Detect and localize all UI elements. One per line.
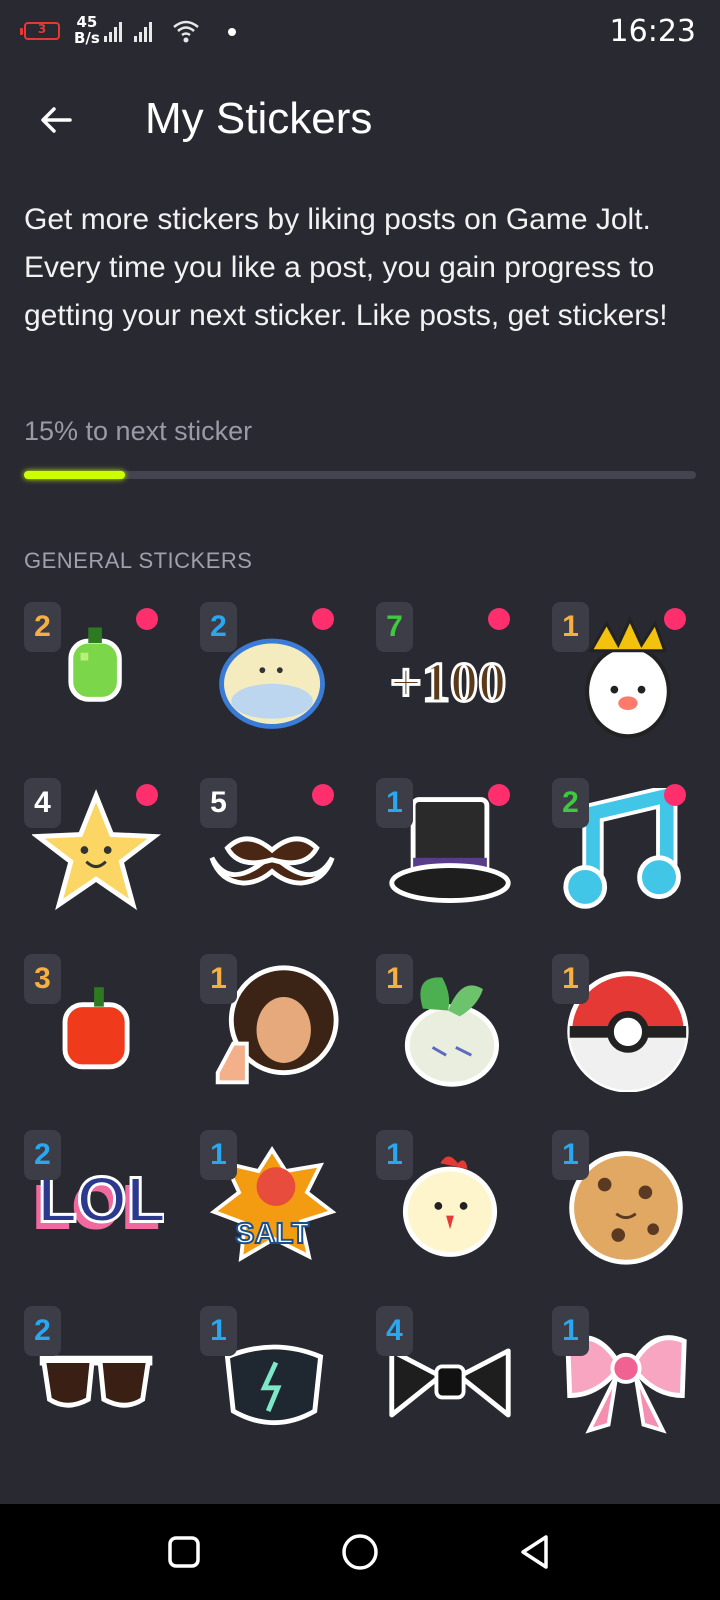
sticker-count-badge: 4 [24, 778, 61, 828]
sticker-item[interactable]: 2 LOL LOL [24, 1130, 164, 1270]
new-sticker-dot-icon [664, 608, 686, 630]
progress-fill [24, 471, 125, 479]
sticker-item[interactable]: 1 [552, 954, 692, 1094]
svg-text:+100: +100 [390, 652, 507, 714]
new-sticker-dot-icon [312, 608, 334, 630]
sticker-count-badge: 2 [24, 602, 61, 652]
progress-label: 15% to next sticker [24, 416, 253, 446]
sticker-item[interactable]: 1 [552, 602, 692, 742]
sticker-count-badge: 2 [200, 602, 237, 652]
svg-text:SALT: SALT [235, 1218, 309, 1250]
sticker-item[interactable]: 1 [552, 1130, 692, 1270]
notification-dot-icon [228, 28, 236, 36]
section-title: GENERAL STICKERS [24, 548, 253, 573]
sticker-count-badge: 1 [552, 1130, 589, 1180]
sticker-count-badge: 1 [200, 1130, 237, 1180]
sticker-item[interactable]: 4 [376, 1306, 516, 1446]
progress-bar [24, 471, 696, 479]
sticker-count-badge: 2 [552, 778, 589, 828]
sticker-count-badge: 4 [376, 1306, 413, 1356]
wifi-icon [173, 20, 199, 43]
sticker-item[interactable]: 2 [24, 602, 164, 742]
battery-level: 3 [37, 22, 47, 36]
sticker-item[interactable]: 2 [552, 778, 692, 918]
network-speed: 45 B/s [74, 14, 100, 46]
sticker-item[interactable]: 1 [376, 954, 516, 1094]
sticker-item[interactable]: 1 [376, 1130, 516, 1270]
sticker-count-badge: 1 [552, 954, 589, 1004]
network-speed-value: 45 [76, 13, 98, 31]
sticker-count-badge: 1 [376, 1130, 413, 1180]
sticker-count-badge: 1 [376, 954, 413, 1004]
sticker-item[interactable]: 7 +100 [376, 602, 516, 742]
signal-icon [134, 20, 152, 42]
sticker-item[interactable]: 1 [552, 1306, 692, 1446]
sticker-count-badge: 1 [200, 954, 237, 1004]
signal-icon [104, 20, 122, 42]
back-nav-icon[interactable] [516, 1532, 556, 1572]
sticker-item[interactable]: 2 [200, 602, 340, 742]
home-icon[interactable] [340, 1532, 380, 1572]
battery-icon: 3 [20, 22, 60, 40]
new-sticker-dot-icon [488, 608, 510, 630]
sticker-item[interactable]: 5 [200, 778, 340, 918]
new-sticker-dot-icon [136, 784, 158, 806]
system-nav-bar [0, 1504, 720, 1600]
new-sticker-dot-icon [136, 608, 158, 630]
sticker-count-badge: 1 [552, 602, 589, 652]
sticker-count-badge: 1 [376, 778, 413, 828]
description-text: Get more stickers by liking posts on Gam… [24, 203, 668, 332]
status-bar: 3 45 B/s 16:23 [0, 0, 720, 64]
signal-icons [104, 20, 152, 42]
sticker-item[interactable]: 2 [24, 1306, 164, 1446]
sticker-count-badge: 1 [552, 1306, 589, 1356]
new-sticker-dot-icon [488, 784, 510, 806]
sticker-item[interactable]: 3 [24, 954, 164, 1094]
sticker-item[interactable]: 1 [200, 1306, 340, 1446]
sticker-count-badge: 3 [24, 954, 61, 1004]
sticker-count-badge: 1 [200, 1306, 237, 1356]
sticker-item[interactable]: 1 [376, 778, 516, 918]
sticker-item[interactable]: 1 [200, 954, 340, 1094]
sticker-count-badge: 2 [24, 1306, 61, 1356]
new-sticker-dot-icon [312, 784, 334, 806]
back-arrow-icon[interactable] [36, 100, 76, 140]
sticker-item[interactable]: 4 [24, 778, 164, 918]
network-speed-unit: B/s [74, 29, 100, 47]
sticker-count-badge: 5 [200, 778, 237, 828]
new-sticker-dot-icon [664, 784, 686, 806]
clock: 16:23 [609, 14, 696, 49]
page-title: My Stickers [145, 94, 373, 143]
sticker-item[interactable]: 1 SALT [200, 1130, 340, 1270]
sticker-count-badge: 2 [24, 1130, 61, 1180]
recent-apps-icon[interactable] [164, 1532, 204, 1572]
app-bar: My Stickers [0, 80, 720, 160]
sticker-count-badge: 7 [376, 602, 413, 652]
